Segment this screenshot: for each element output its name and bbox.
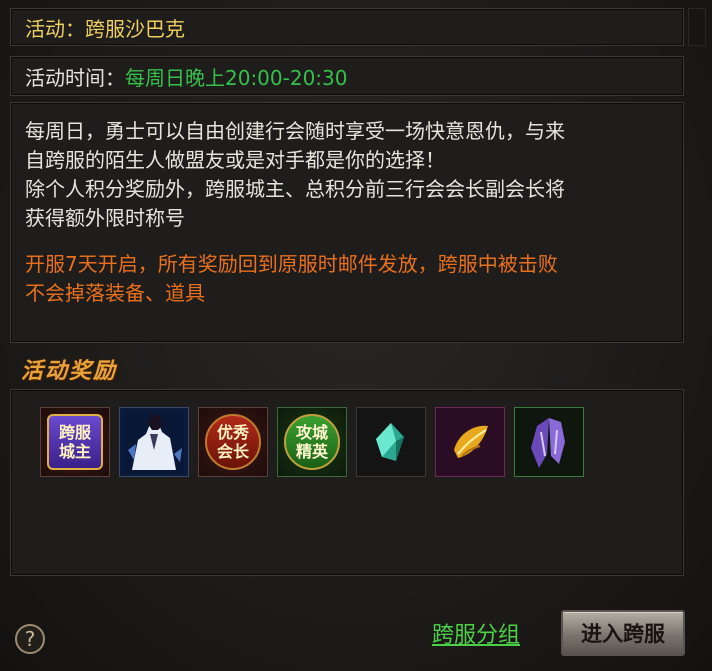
description-line: 每周日，勇士可以自由创建行会随时享受一场快意恩仇，与来 (25, 119, 565, 143)
reward-item-wings[interactable] (514, 407, 584, 477)
character-fashion-icon (124, 410, 184, 474)
purple-wings-icon (531, 418, 565, 468)
reward-item-cross-server-lord[interactable]: 跨服 城主 (40, 407, 110, 477)
description-line: 获得额外限时称号 (25, 206, 185, 230)
excellent-leader-title-icon: 优秀 会长 (205, 414, 261, 470)
rewards-panel: 跨服 城主 优秀 会长 攻城 精英 (10, 389, 684, 576)
help-icon[interactable]: ? (15, 624, 45, 654)
activity-name-value: 跨服沙巴克 (85, 16, 185, 41)
description-line: 除个人积分奖励外，跨服城主、总积分前三行会会长副会长将 (25, 177, 565, 201)
notice-line: 不会掉落装备、道具 (25, 281, 205, 305)
crystal-gem-icon (376, 423, 404, 461)
reward-item-feather[interactable] (435, 407, 505, 477)
activity-description: 每周日，勇士可以自由创建行会随时享受一场快意恩仇，与来 自跨服的陌生人做盟友或是… (25, 117, 673, 308)
rewards-section-title: 活动奖励 (21, 358, 118, 384)
enter-cross-server-button[interactable]: 进入跨服 (561, 610, 685, 656)
siege-elite-title-icon: 攻城 精英 (284, 414, 340, 470)
notice-line: 开服7天开启，所有奖励回到原服时邮件发放，跨服中被击败 (25, 252, 558, 276)
cross-server-lord-title-icon: 跨服 城主 (47, 414, 103, 470)
description-line: 自跨服的陌生人做盟友或是对手都是你的选择！ (25, 148, 445, 172)
activity-time-value: 每周日晚上20:00-20:30 (125, 65, 348, 90)
reward-item-fashion[interactable] (119, 407, 189, 477)
window-edge (688, 8, 706, 46)
reward-item-siege-elite[interactable]: 攻城 精英 (277, 407, 347, 477)
cross-server-group-link[interactable]: 跨服分组 (432, 617, 520, 649)
activity-name-label: 活动： (25, 16, 85, 41)
reward-items: 跨服 城主 优秀 会长 攻城 精英 (40, 407, 584, 477)
reward-item-excellent-leader[interactable]: 优秀 会长 (198, 407, 268, 477)
activity-name-row: 活动： 跨服沙巴克 (10, 8, 684, 46)
reward-item-crystal[interactable] (356, 407, 426, 477)
activity-time-label: 活动时间： (25, 65, 125, 90)
golden-feather-icon (454, 425, 488, 458)
activity-window: 活动： 跨服沙巴克 活动时间： 每周日晚上20:00-20:30 每周日，勇士可… (0, 0, 712, 671)
activity-time-row: 活动时间： 每周日晚上20:00-20:30 (10, 56, 684, 96)
activity-description-panel: 每周日，勇士可以自由创建行会随时享受一场快意恩仇，与来 自跨服的陌生人做盟友或是… (10, 102, 684, 343)
